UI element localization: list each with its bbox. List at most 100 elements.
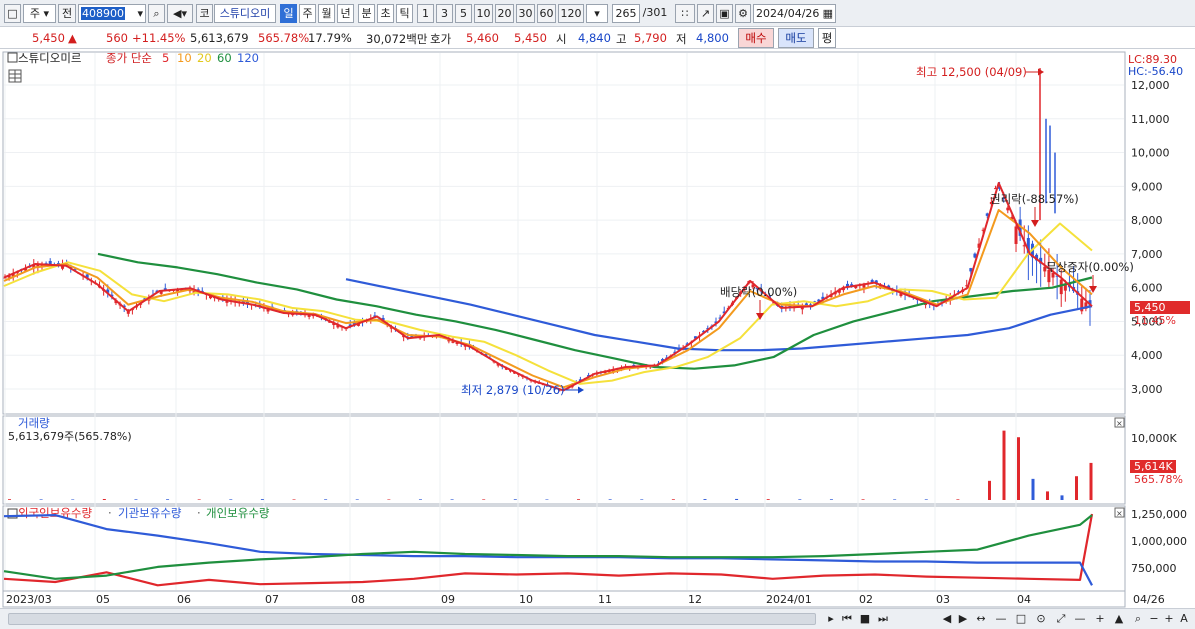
- hoga-label: 호가: [430, 32, 452, 46]
- unit-20-button[interactable]: 20: [495, 4, 514, 23]
- price-axis-tick: 8,000: [1131, 214, 1163, 227]
- period-year-button[interactable]: 년: [337, 4, 354, 23]
- volume-bar: [482, 499, 486, 500]
- volume-value-label: 5,613,679주(565.78%): [8, 430, 132, 443]
- volume-bar: [513, 499, 517, 500]
- legend-separator-2: ·: [197, 506, 201, 520]
- fit-icon[interactable]: A: [1177, 611, 1191, 627]
- holdings-axis-tick: 1,250,000: [1131, 508, 1187, 521]
- stock-chart[interactable]: 12,000 11,000 10,000 9,000 8,000 7,000 6,000 5,…: [0, 50, 1195, 610]
- candle-body: [1014, 226, 1018, 244]
- speaker-icon[interactable]: ◀▾: [167, 4, 193, 23]
- legend-individual-holdings: 개인보유수량: [206, 506, 270, 520]
- buy-button[interactable]: 매수: [738, 28, 774, 48]
- candle-body: [1059, 279, 1063, 295]
- x-axis-label: 2023/03: [6, 593, 52, 606]
- volume-bar: [260, 499, 264, 500]
- open-label: 시: [556, 32, 567, 46]
- volume-panel-close-glyph: ×: [1116, 419, 1123, 428]
- x-axis-label: 11: [598, 593, 612, 606]
- unit-3-button[interactable]: 3: [436, 4, 453, 23]
- layout-icon[interactable]: □: [4, 4, 21, 23]
- scroll-right-icon[interactable]: ▸: [824, 611, 838, 627]
- draw-tool-icon[interactable]: ↗: [697, 4, 714, 23]
- unit-30-button[interactable]: 30: [516, 4, 535, 23]
- unit-1-button[interactable]: 1: [417, 4, 434, 23]
- zoom-in-icon[interactable]: +: [1162, 611, 1176, 627]
- play-icon[interactable]: ⏭: [876, 611, 890, 627]
- period-week-button[interactable]: 주: [299, 4, 316, 23]
- open-price: 4,840: [578, 31, 611, 45]
- volume-bar: [671, 499, 675, 500]
- holdings-axis-tick: 750,000: [1131, 562, 1177, 575]
- calendar-icon[interactable]: ▦: [823, 5, 835, 22]
- trade-amount: 30,072백만: [366, 32, 428, 46]
- stock-code-input[interactable]: 408900 ▾: [78, 4, 146, 23]
- lock-icon[interactable]: ⊙: [1034, 611, 1048, 627]
- period-tick-button[interactable]: 틱: [396, 4, 413, 23]
- chart-area[interactable]: 12,000 11,000 10,000 9,000 8,000 7,000 6,000 5,…: [0, 50, 1195, 610]
- price-panel-frame: [2, 51, 1126, 415]
- legend-box-icon[interactable]: [7, 52, 18, 63]
- volume-bar: [418, 499, 422, 500]
- total-count: /301: [642, 6, 668, 19]
- save-icon[interactable]: ▣: [716, 4, 733, 23]
- ask-price: 5,460: [466, 31, 499, 45]
- rewind-icon[interactable]: ⏮: [840, 611, 854, 627]
- add-icon[interactable]: +: [1093, 611, 1107, 627]
- unit-dropdown[interactable]: ▾: [586, 4, 608, 23]
- drag-icon[interactable]: ↔: [974, 611, 988, 627]
- bonus-annotation: 무상증자(0.00%): [1046, 260, 1134, 274]
- grid-icon[interactable]: ∷: [675, 4, 695, 23]
- price-axis-tick: 6,000: [1131, 282, 1163, 295]
- search-icon[interactable]: ⌕: [148, 4, 165, 23]
- date-input[interactable]: 2024/04/26 ▦: [753, 4, 836, 23]
- legend-ma10: 10: [177, 51, 192, 65]
- sell-button[interactable]: 매도: [778, 28, 814, 48]
- move-right-icon[interactable]: ▶: [956, 611, 970, 627]
- line-icon[interactable]: —: [994, 611, 1008, 627]
- zoom-out-icon[interactable]: −: [1147, 611, 1161, 627]
- display-count-input[interactable]: 265: [612, 4, 640, 23]
- x-axis-label: 08: [351, 593, 365, 606]
- move-left-icon[interactable]: ◀: [940, 611, 954, 627]
- market-label: 주: [29, 7, 41, 20]
- zoom-icon[interactable]: ⌕: [1131, 611, 1145, 627]
- unit-120-button[interactable]: 120: [558, 4, 584, 23]
- x-axis-label: 03: [936, 593, 950, 606]
- unit-10-button[interactable]: 10: [474, 4, 493, 23]
- legend-ma5: 5: [162, 51, 169, 65]
- volume-bar: [829, 499, 833, 500]
- expand-icon[interactable]: ⤢: [1054, 611, 1068, 627]
- box-icon[interactable]: □: [1014, 611, 1028, 627]
- legend-ma120: 120: [237, 51, 259, 65]
- current-price-label: 5,450: [1134, 301, 1166, 314]
- market-kospi-button[interactable]: 코: [196, 4, 213, 23]
- period-minute-button[interactable]: 분: [358, 4, 375, 23]
- x-axis-label: 09: [441, 593, 455, 606]
- x-axis-label: 12: [688, 593, 702, 606]
- unit-5-button[interactable]: 5: [455, 4, 472, 23]
- settings-icon[interactable]: ⚙: [735, 4, 751, 23]
- scroll-thumb[interactable]: [8, 613, 816, 625]
- legend-price-line: 종가 단순: [106, 51, 152, 65]
- up-icon[interactable]: ▲: [1112, 611, 1126, 627]
- x-axis-label: 07: [265, 593, 279, 606]
- period-day-button[interactable]: 일: [280, 4, 297, 23]
- volume-value: 5,613,679: [190, 31, 249, 45]
- balance-button[interactable]: 평: [818, 28, 836, 48]
- period-month-button[interactable]: 월: [318, 4, 335, 23]
- volume-bar: [798, 499, 802, 500]
- volume-bar: [1031, 478, 1035, 500]
- all-button[interactable]: 전: [58, 4, 76, 23]
- unit-60-button[interactable]: 60: [537, 4, 556, 23]
- chart-toolbar: □ 주 ▾ 전 408900 ▾ ⌕ ◀▾ 코 스튜디오미 일 주 월 년 분 초…: [0, 0, 1195, 27]
- holdings-axis-tick: 1,000,000: [1131, 535, 1187, 548]
- period-second-button[interactable]: 초: [377, 4, 394, 23]
- x-axis-label: 10: [519, 593, 533, 606]
- shrink-icon[interactable]: —: [1073, 611, 1087, 627]
- market-select[interactable]: 주 ▾: [23, 4, 56, 23]
- volume-bar: [134, 499, 138, 500]
- stop-icon[interactable]: ■: [858, 611, 872, 627]
- price-summary-bar: 5,450 ▲ 560 +11.45% 5,613,679 565.78% 17…: [0, 27, 1195, 49]
